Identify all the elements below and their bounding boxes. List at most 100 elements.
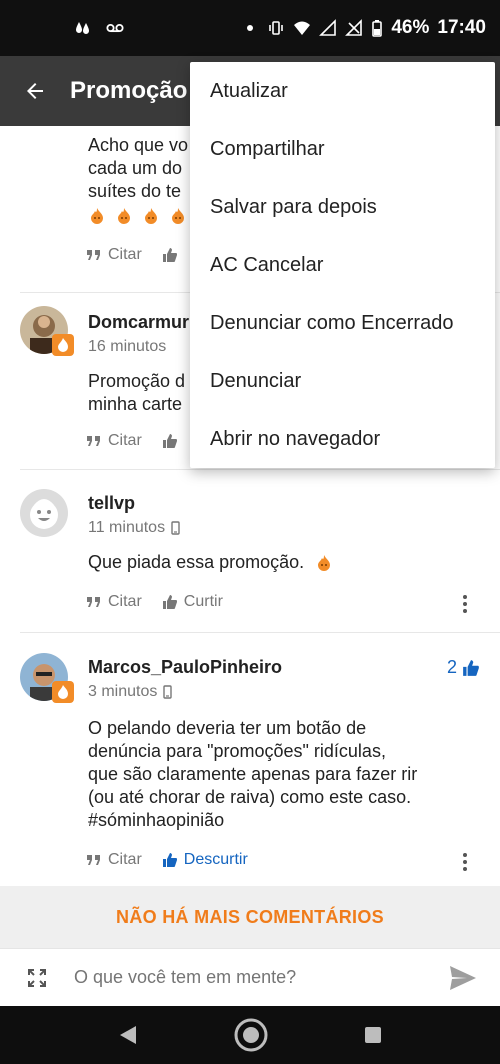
avatar[interactable]	[20, 489, 68, 537]
like-button[interactable]	[162, 247, 178, 263]
fire-emoji-icon	[318, 555, 331, 572]
signal-no-data-icon	[345, 19, 363, 36]
rank-badge-icon	[52, 334, 74, 356]
comment-item: Marcos_PauloPinheiro 2 3 minutos O pelan…	[0, 633, 500, 886]
thumb-up-icon	[162, 434, 177, 448]
dot-icon	[247, 25, 254, 31]
cite-label: Citar	[108, 246, 142, 263]
overflow-menu: Atualizar Compartilhar Salvar para depoi…	[190, 62, 495, 468]
author-name[interactable]: tellvp	[88, 493, 135, 514]
cite-button[interactable]: Citar	[86, 851, 142, 869]
battery-percent: 46%	[391, 17, 430, 38]
comment-text: Que piada essa promoção.	[88, 551, 478, 574]
menu-item-refresh[interactable]: Atualizar	[190, 62, 495, 120]
page-title: Promoção	[70, 77, 188, 104]
dot	[463, 860, 467, 864]
thumb-up-icon	[162, 595, 177, 609]
dot	[463, 595, 467, 599]
unlike-button[interactable]: Descurtir	[162, 851, 248, 869]
like-button[interactable]	[162, 433, 178, 449]
comment-text-line: (ou até chorar de raiva) como este caso.	[88, 787, 412, 807]
rank-badge-icon	[52, 681, 74, 703]
cite-button[interactable]: Citar	[86, 246, 142, 264]
comment-actions: Citar	[86, 432, 178, 450]
comment-text-line: O pelando deveria ter um botão de	[88, 718, 367, 738]
quote-icon	[87, 855, 100, 865]
wifi-icon	[294, 21, 311, 35]
nav-back-icon[interactable]	[117, 1024, 139, 1046]
nav-home-icon[interactable]	[233, 1017, 269, 1053]
comment-text-line: Que piada essa promoção.	[88, 552, 305, 572]
cite-label: Citar	[108, 851, 142, 868]
status-left	[74, 19, 124, 37]
comment-text-line: #sóminhaopinião	[88, 810, 225, 830]
system-nav-bar	[0, 1006, 500, 1064]
comment-meta: 3 minutos	[88, 683, 173, 701]
vibrate-icon	[269, 21, 284, 35]
menu-item-report-closed[interactable]: Denunciar como Encerrado	[190, 294, 495, 352]
no-more-comments-banner: NÃO HÁ MAIS COMENTÁRIOS	[0, 886, 500, 948]
more-options-button[interactable]	[460, 853, 470, 871]
dot	[463, 853, 467, 857]
fire-emoji-icon	[172, 208, 184, 224]
menu-item-share[interactable]: Compartilhar	[190, 120, 495, 178]
mobile-icon	[163, 685, 173, 699]
fire-emoji-icon	[91, 208, 103, 224]
comment-time: 3 minutos	[88, 683, 158, 700]
menu-item-cancel[interactable]: AC Cancelar	[190, 236, 495, 294]
likes-number: 2	[446, 657, 457, 677]
thumb-up-icon	[463, 659, 479, 676]
cite-label: Citar	[108, 432, 142, 449]
like-label: Curtir	[183, 593, 223, 610]
signal-icon	[319, 19, 337, 36]
dot	[463, 609, 467, 613]
quote-icon	[87, 250, 100, 260]
cite-button[interactable]: Citar	[86, 432, 142, 450]
menu-item-open-browser[interactable]: Abrir no navegador	[190, 410, 495, 468]
more-options-button[interactable]	[460, 595, 470, 613]
status-bar: 46% 17:40	[0, 0, 500, 56]
avatar[interactable]	[20, 653, 74, 703]
nav-recents-icon[interactable]	[363, 1025, 383, 1045]
avatar-image	[20, 489, 68, 537]
drops-icon	[76, 22, 89, 34]
quote-icon	[87, 436, 100, 446]
fire-emoji-icon	[118, 208, 130, 224]
expand-icon	[28, 968, 46, 987]
battery-icon	[372, 20, 383, 37]
like-button[interactable]: Curtir	[162, 593, 223, 611]
comment-text-line: que são claramente apenas para fazer rir	[88, 764, 418, 784]
comment-meta: 11 minutos	[88, 519, 180, 537]
comment-time: 11 minutos	[88, 519, 166, 536]
clock: 17:40	[437, 17, 486, 38]
comment-input[interactable]	[74, 967, 426, 988]
avatar[interactable]	[20, 306, 74, 356]
divider	[20, 469, 500, 470]
comment-actions: Citar Descurtir	[86, 851, 248, 869]
quote-icon	[87, 597, 100, 607]
mobile-icon	[171, 521, 180, 535]
comment-actions: Citar	[86, 246, 178, 264]
send-button[interactable]	[426, 965, 500, 991]
dot	[463, 602, 467, 606]
comment-meta: 16 minutos	[88, 338, 166, 356]
author-name[interactable]: Domcarmur	[88, 312, 189, 333]
menu-item-save-later[interactable]: Salvar para depois	[190, 178, 495, 236]
dot	[463, 867, 467, 871]
comment-text-line: denúncia para "promoções" ridículas,	[88, 741, 386, 761]
cite-label: Citar	[108, 593, 142, 610]
author-name[interactable]: Marcos_PauloPinheiro	[88, 657, 282, 678]
cite-button[interactable]: Citar	[86, 593, 142, 611]
status-right: 46% 17:40	[247, 17, 486, 39]
comment-time: 16 minutos	[88, 338, 167, 355]
comment-item: tellvp 11 minutos Que piada essa promoçã…	[0, 471, 500, 633]
likes-count[interactable]: 2	[447, 657, 480, 678]
fire-emoji-icon	[145, 208, 157, 224]
menu-item-report[interactable]: Denunciar	[190, 352, 495, 410]
expand-button[interactable]	[0, 966, 74, 990]
back-button[interactable]	[0, 56, 70, 126]
thumb-up-icon	[162, 853, 177, 867]
thumb-up-icon	[162, 248, 177, 262]
comment-actions: Citar Curtir	[86, 593, 223, 611]
send-icon	[450, 965, 476, 990]
